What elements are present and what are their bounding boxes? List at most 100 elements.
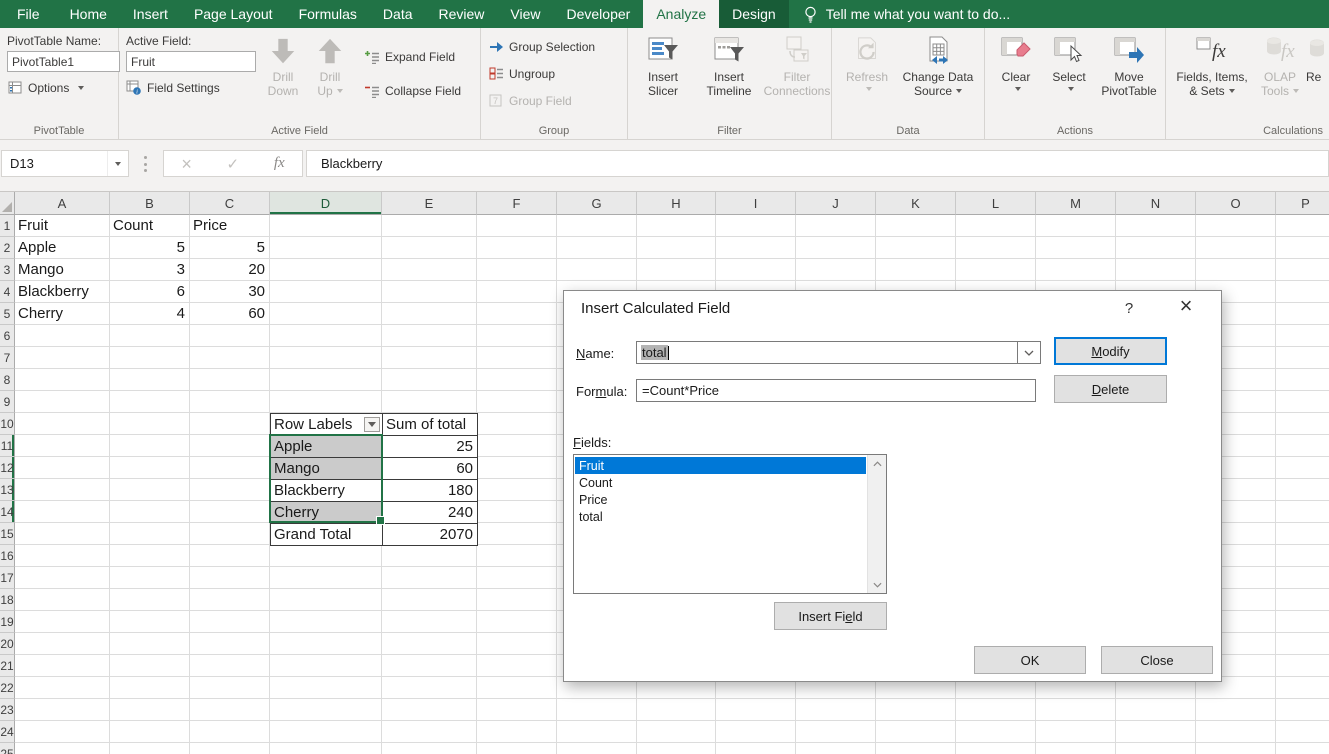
- column-header-I[interactable]: I: [716, 192, 796, 215]
- row-header-5[interactable]: 5: [0, 303, 15, 325]
- cell-C4[interactable]: 30: [190, 281, 270, 303]
- change-data-source-button[interactable]: Change Data Source: [896, 28, 980, 139]
- cell-C15[interactable]: [190, 523, 270, 545]
- cell-O24[interactable]: [1196, 721, 1276, 743]
- cell-O23[interactable]: [1196, 699, 1276, 721]
- clear-button[interactable]: Clear: [990, 28, 1042, 139]
- name-combo-input[interactable]: total: [636, 341, 1041, 364]
- cell-C10[interactable]: [190, 413, 270, 435]
- cell-A22[interactable]: [15, 677, 110, 699]
- cell-E19[interactable]: [382, 611, 477, 633]
- column-header-J[interactable]: J: [796, 192, 876, 215]
- cell-E1[interactable]: [382, 215, 477, 237]
- cell-D17[interactable]: [270, 567, 382, 589]
- cell-M25[interactable]: [1036, 743, 1116, 754]
- cell-F12[interactable]: [477, 457, 557, 479]
- cell-H24[interactable]: [637, 721, 716, 743]
- column-header-G[interactable]: G: [557, 192, 637, 215]
- cell-P18[interactable]: [1276, 589, 1329, 611]
- cell-C18[interactable]: [190, 589, 270, 611]
- cell-I24[interactable]: [716, 721, 796, 743]
- cell-P17[interactable]: [1276, 567, 1329, 589]
- cell-A12[interactable]: [15, 457, 110, 479]
- options-button[interactable]: Options: [7, 77, 113, 98]
- cell-B3[interactable]: 3: [110, 259, 190, 281]
- move-pivottable-button[interactable]: Move PivotTable: [1096, 28, 1162, 139]
- column-header-D[interactable]: D: [270, 192, 382, 215]
- modify-button[interactable]: Modify: [1054, 337, 1167, 365]
- select-button[interactable]: Select: [1042, 28, 1096, 139]
- cell-B22[interactable]: [110, 677, 190, 699]
- cell-A5[interactable]: Cherry: [15, 303, 110, 325]
- ungroup-button[interactable]: Ungroup: [488, 63, 622, 84]
- cell-A21[interactable]: [15, 655, 110, 677]
- cell-B4[interactable]: 6: [110, 281, 190, 303]
- cell-A11[interactable]: [15, 435, 110, 457]
- cell-D7[interactable]: [270, 347, 382, 369]
- cell-F1[interactable]: [477, 215, 557, 237]
- field-list-item-total[interactable]: total: [575, 508, 866, 525]
- cell-H23[interactable]: [637, 699, 716, 721]
- cell-P21[interactable]: [1276, 655, 1329, 677]
- cell-B14[interactable]: [110, 501, 190, 523]
- column-header-B[interactable]: B: [110, 192, 190, 215]
- cell-D18[interactable]: [270, 589, 382, 611]
- cell-B1[interactable]: Count: [110, 215, 190, 237]
- cell-E17[interactable]: [382, 567, 477, 589]
- cell-P25[interactable]: [1276, 743, 1329, 754]
- cell-A18[interactable]: [15, 589, 110, 611]
- cell-E9[interactable]: [382, 391, 477, 413]
- cell-P10[interactable]: [1276, 413, 1329, 435]
- row-header-23[interactable]: 23: [0, 699, 15, 721]
- insert-field-button[interactable]: Insert Field: [774, 602, 887, 630]
- cell-D24[interactable]: [270, 721, 382, 743]
- tell-me-box[interactable]: Tell me what you want to do...: [803, 0, 1010, 28]
- row-header-24[interactable]: 24: [0, 721, 15, 743]
- cell-K2[interactable]: [876, 237, 956, 259]
- expand-field-button[interactable]: Expand Field: [364, 46, 461, 67]
- cell-D21[interactable]: [270, 655, 382, 677]
- field-list-item-count[interactable]: Count: [575, 474, 866, 491]
- row-header-19[interactable]: 19: [0, 611, 15, 633]
- cell-O25[interactable]: [1196, 743, 1276, 754]
- active-field-input[interactable]: Fruit: [126, 51, 256, 72]
- cell-H3[interactable]: [637, 259, 716, 281]
- cell-E2[interactable]: [382, 237, 477, 259]
- cell-E6[interactable]: [382, 325, 477, 347]
- cell-J23[interactable]: [796, 699, 876, 721]
- insert-slicer-button[interactable]: Insert Slicer: [632, 28, 694, 139]
- column-header-O[interactable]: O: [1196, 192, 1276, 215]
- cell-A14[interactable]: [15, 501, 110, 523]
- column-header-L[interactable]: L: [956, 192, 1036, 215]
- cell-M24[interactable]: [1036, 721, 1116, 743]
- row-header-10[interactable]: 10: [0, 413, 15, 435]
- row-header-13[interactable]: 13: [0, 479, 15, 501]
- cell-O1[interactable]: [1196, 215, 1276, 237]
- column-header-K[interactable]: K: [876, 192, 956, 215]
- cell-E3[interactable]: [382, 259, 477, 281]
- fields-list-scrollbar[interactable]: [867, 455, 886, 593]
- pivot-cell[interactable]: 240: [383, 502, 478, 524]
- ok-button[interactable]: OK: [974, 646, 1086, 674]
- cell-B23[interactable]: [110, 699, 190, 721]
- cell-F14[interactable]: [477, 501, 557, 523]
- cell-C23[interactable]: [190, 699, 270, 721]
- cell-B5[interactable]: 4: [110, 303, 190, 325]
- cell-F21[interactable]: [477, 655, 557, 677]
- cell-A4[interactable]: Blackberry: [15, 281, 110, 303]
- collapse-field-button[interactable]: Collapse Field: [364, 80, 461, 101]
- column-header-A[interactable]: A: [15, 192, 110, 215]
- cell-F6[interactable]: [477, 325, 557, 347]
- cell-G1[interactable]: [557, 215, 637, 237]
- cell-B9[interactable]: [110, 391, 190, 413]
- cell-F22[interactable]: [477, 677, 557, 699]
- cell-F3[interactable]: [477, 259, 557, 281]
- cell-P23[interactable]: [1276, 699, 1329, 721]
- row-header-16[interactable]: 16: [0, 545, 15, 567]
- cell-A6[interactable]: [15, 325, 110, 347]
- cell-C13[interactable]: [190, 479, 270, 501]
- cell-P4[interactable]: [1276, 281, 1329, 303]
- cell-P19[interactable]: [1276, 611, 1329, 633]
- row-labels-filter-button[interactable]: [364, 417, 380, 432]
- cell-F5[interactable]: [477, 303, 557, 325]
